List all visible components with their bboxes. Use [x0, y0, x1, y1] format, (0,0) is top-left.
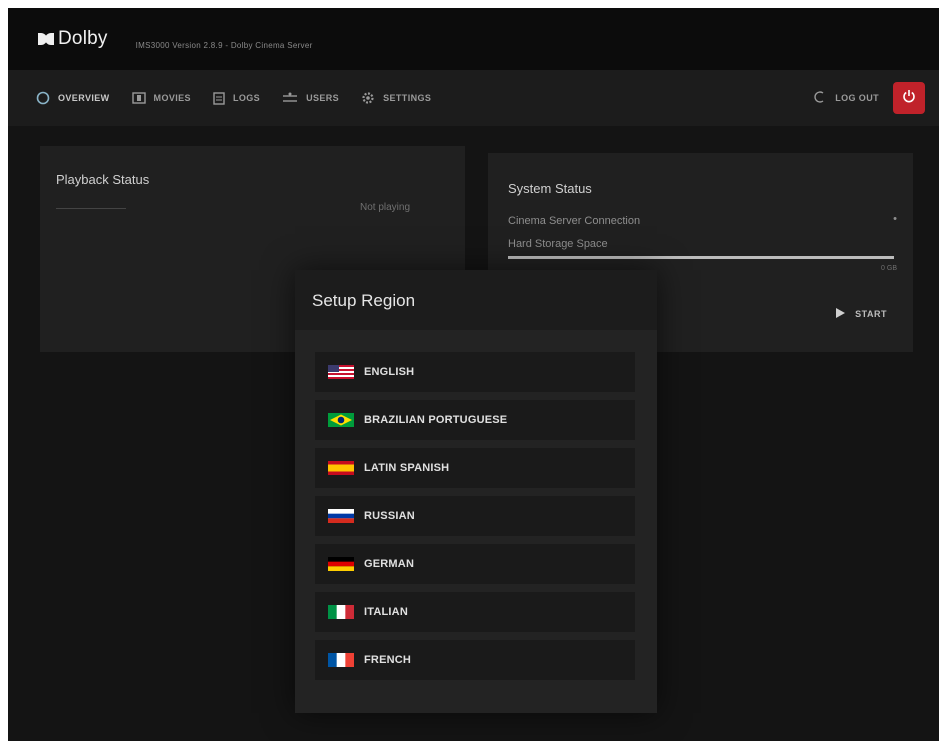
users-icon	[282, 92, 298, 104]
modal-title: Setup Region	[312, 291, 416, 310]
system-status-title: System Status	[508, 181, 592, 196]
film-icon	[131, 92, 146, 104]
power-icon	[902, 89, 916, 108]
germany-flag-icon	[328, 557, 354, 571]
nav-overview[interactable]: OVERVIEW	[36, 91, 110, 105]
language-option-english[interactable]: ENGLISH	[315, 352, 635, 392]
us-flag-icon	[328, 365, 354, 379]
nav-settings-label: SETTINGS	[383, 93, 432, 103]
language-option-russian[interactable]: RUSSIAN	[315, 496, 635, 536]
storage-label: Hard Storage Space	[508, 238, 608, 250]
language-option-german[interactable]: GERMAN	[315, 544, 635, 584]
language-label: ENGLISH	[364, 366, 415, 378]
nav-logs[interactable]: LOGS	[213, 91, 261, 105]
app-window: Dolby IMS3000 Version 2.8.9 - Dolby Cine…	[8, 8, 939, 741]
nav-right-group: LOG OUT	[813, 82, 925, 114]
nav-settings[interactable]: SETTINGS	[361, 91, 431, 105]
nav-bar: OVERVIEW MOVIES LOGS USERS SETTINGS LOG …	[8, 70, 939, 126]
language-option-french[interactable]: FRENCH	[315, 640, 635, 680]
language-option-italian[interactable]: ITALIAN	[315, 592, 635, 632]
logout-label: LOG OUT	[835, 93, 879, 103]
server-connection-label: Cinema Server Connection	[508, 215, 641, 227]
modal-header: Setup Region	[295, 270, 657, 330]
nav-movies[interactable]: MOVIES	[131, 92, 191, 104]
language-label: FRENCH	[364, 654, 412, 666]
language-label: GERMAN	[364, 558, 415, 570]
play-icon	[836, 308, 846, 320]
logout-icon	[813, 90, 827, 106]
russia-flag-icon	[328, 509, 354, 523]
document-icon	[213, 91, 225, 105]
spain-flag-icon	[328, 461, 354, 475]
language-label: BRAZILIAN PORTUGUESE	[364, 414, 508, 426]
nav-users[interactable]: USERS	[282, 92, 339, 104]
dolby-logo: Dolby	[38, 28, 108, 50]
playback-status-title: Playback Status	[56, 172, 150, 187]
nav-movies-label: MOVIES	[153, 93, 191, 103]
language-label: LATIN SPANISH	[364, 462, 450, 474]
language-label: ITALIAN	[364, 606, 408, 618]
playback-status-text: Not playing	[360, 202, 411, 213]
app-subtitle: IMS3000 Version 2.8.9 - Dolby Cinema Ser…	[135, 40, 313, 50]
gear-icon	[361, 91, 375, 105]
brand-bar: Dolby IMS3000 Version 2.8.9 - Dolby Cine…	[8, 8, 939, 70]
storage-progress-bar	[508, 256, 894, 259]
language-list: ENGLISH BRAZILIAN PORTUGUESE LATIN SPANI…	[315, 352, 635, 688]
setup-region-modal: Setup Region ENGLISH BRAZILIAN PORTUGUES…	[295, 270, 657, 713]
start-button[interactable]: START	[836, 308, 887, 320]
placeholder-divider	[56, 208, 126, 209]
nav-logs-label: LOGS	[232, 93, 261, 103]
dolby-double-d-icon	[38, 33, 54, 45]
storage-progress-fill	[508, 256, 894, 259]
france-flag-icon	[328, 653, 354, 667]
language-label: RUSSIAN	[364, 510, 415, 522]
power-button[interactable]	[893, 82, 925, 114]
modal-body: ENGLISH BRAZILIAN PORTUGUESE LATIN SPANI…	[295, 330, 657, 713]
logout-button[interactable]: LOG OUT	[813, 90, 879, 106]
nav-users-label: USERS	[306, 93, 340, 103]
brand-name: Dolby	[58, 28, 108, 49]
connection-status-icon: •	[893, 213, 897, 225]
start-label: START	[855, 309, 887, 319]
italy-flag-icon	[328, 605, 354, 619]
storage-value: 0 GB	[881, 265, 897, 272]
brazil-flag-icon	[328, 413, 354, 427]
language-option-brazilian-portuguese[interactable]: BRAZILIAN PORTUGUESE	[315, 400, 635, 440]
language-option-latin-spanish[interactable]: LATIN SPANISH	[315, 448, 635, 488]
circle-icon	[36, 91, 50, 105]
nav-overview-label: OVERVIEW	[58, 93, 110, 103]
